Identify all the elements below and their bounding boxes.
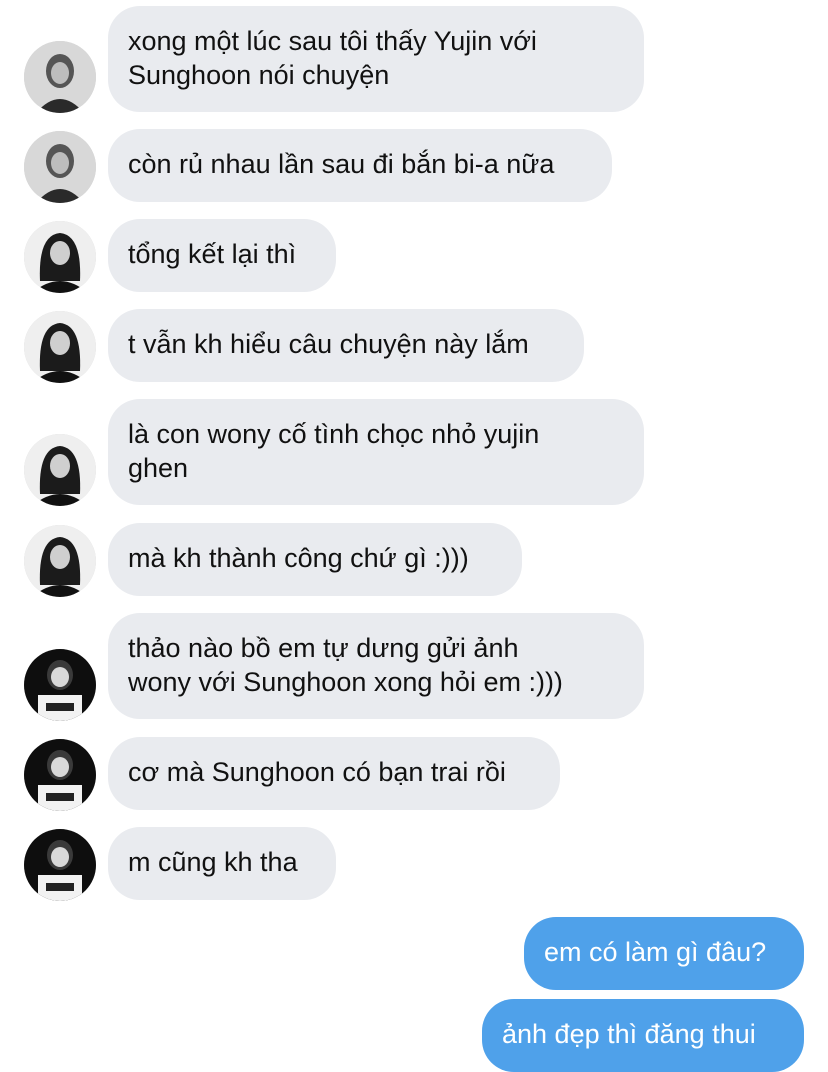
message-bubble-outgoing[interactable]: em có làm gì đâu? — [524, 917, 804, 990]
sender-avatar[interactable] — [24, 739, 96, 811]
message-bubble-incoming[interactable]: xong một lúc sau tôi thấy Yujin với Sung… — [108, 6, 644, 112]
profile-photo-icon — [24, 739, 96, 811]
message-bubble-outgoing[interactable]: ảnh đẹp thì đăng thui — [482, 999, 804, 1072]
profile-photo-icon — [24, 41, 96, 113]
message-bubble-incoming[interactable]: t vẫn kh hiểu câu chuyện này lắm — [108, 309, 584, 382]
sender-avatar[interactable] — [24, 434, 96, 506]
message-bubble-incoming[interactable]: còn rủ nhau lần sau đi bắn bi-a nữa — [108, 129, 612, 202]
message-bubble-incoming[interactable]: cơ mà Sunghoon có bạn trai rồi — [108, 737, 560, 810]
sender-avatar[interactable] — [24, 649, 96, 721]
profile-photo-icon — [24, 311, 96, 383]
profile-photo-icon — [24, 131, 96, 203]
profile-photo-icon — [24, 649, 96, 721]
sender-avatar[interactable] — [24, 131, 96, 203]
profile-photo-icon — [24, 525, 96, 597]
message-bubble-incoming[interactable]: m cũng kh tha — [108, 827, 336, 900]
message-bubble-incoming[interactable]: mà kh thành công chứ gì :))) — [108, 523, 522, 596]
profile-photo-icon — [24, 829, 96, 901]
sender-avatar[interactable] — [24, 525, 96, 597]
message-bubble-incoming[interactable]: tổng kết lại thì — [108, 219, 336, 292]
message-bubble-incoming[interactable]: là con wony cố tình chọc nhỏ yujin ghen — [108, 399, 644, 505]
profile-photo-icon — [24, 434, 96, 506]
message-bubble-incoming[interactable]: thảo nào bồ em tự dưng gửi ảnh wony với … — [108, 613, 644, 719]
sender-avatar[interactable] — [24, 829, 96, 901]
profile-photo-icon — [24, 221, 96, 293]
sender-avatar[interactable] — [24, 221, 96, 293]
sender-avatar[interactable] — [24, 41, 96, 113]
sender-avatar[interactable] — [24, 311, 96, 383]
